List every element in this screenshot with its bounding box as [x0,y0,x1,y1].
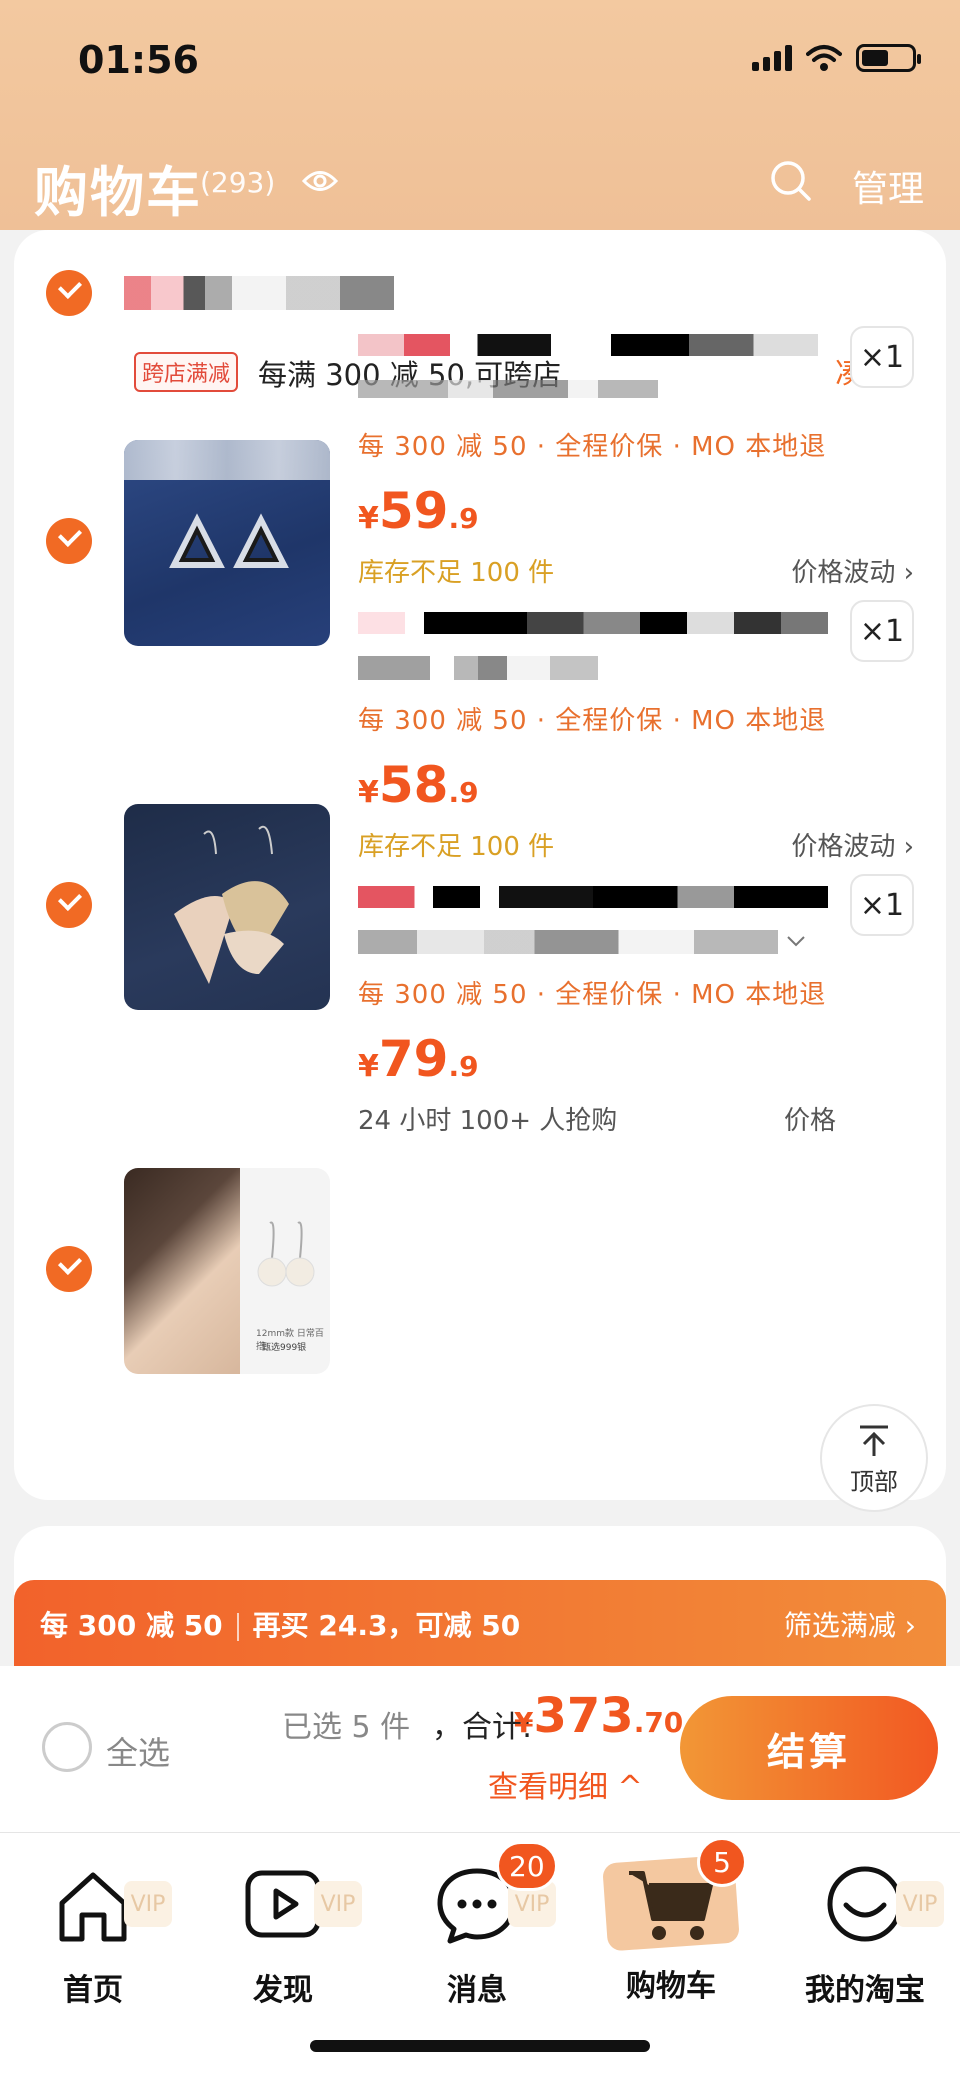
total-integer: 373 [533,1688,634,1744]
item-price: ¥59.9 [358,482,479,540]
page-title: 购物车 [34,161,202,224]
chevron-down-icon[interactable] [786,934,806,948]
price-decimal: .9 [448,502,479,535]
benefit-text: 每 300 减 50 · 全程价保 · MO 本地退 [358,706,827,736]
product-image[interactable]: 12mm款 日常百搭 甄选999银 [124,1168,330,1374]
product-title-redacted-1[interactable] [358,334,818,356]
home-indicator [310,2040,650,2052]
popularity-note: 24 小时 100+ 人抢购 [358,1106,618,1136]
vip-badge: VIP [124,1881,172,1927]
benefit-text: 每 300 减 50 · 全程价保 · MO 本地退 [358,980,827,1010]
selected-count: 已选 5 件 [282,1710,411,1745]
arrow-up-icon [860,1425,888,1456]
stock-note: 库存不足 100 件 [358,832,555,862]
back-to-top-button[interactable]: 顶部 [820,1404,928,1512]
separator [236,1613,239,1641]
eye-icon[interactable] [302,168,338,194]
quantity-badge[interactable]: ×1 [850,326,914,388]
earring-illustration [174,825,289,984]
tab-label: 我的淘宝 [805,1973,925,2008]
cart-count: (293) [200,166,276,199]
tab-cart[interactable]: 5 购物车 [596,1837,747,2005]
tab-label: 消息 [447,1973,507,2008]
messages-badge: 20 [496,1841,558,1891]
tab-my-taobao[interactable]: VIP 我的淘宝 [790,1859,944,2009]
signal-icon [752,45,792,71]
quantity-badge[interactable]: ×1 [850,600,914,662]
tab-label: 购物车 [626,1969,716,2004]
checkout-button[interactable]: 结算 [680,1696,938,1800]
earring-illustration [169,513,289,568]
back-to-top-label: 顶部 [850,1468,898,1496]
select-all-checkbox[interactable] [42,1722,92,1772]
filter-discount-link[interactable]: 筛选满减 › [784,1604,916,1644]
select-all-label[interactable]: 全选 [106,1728,170,1774]
benefit-text: 每 300 减 50 · 全程价保 · MO 本地退 [358,432,827,462]
total-price: ¥373.70 [514,1688,683,1744]
price-integer: 58 [378,756,449,814]
discount-bar[interactable]: 每 300 减 50 再买 24.3，可减 50 筛选满减 › [14,1580,946,1666]
price-fluctuation-link[interactable]: 价格 [784,1100,836,1137]
item-checkbox[interactable] [46,882,92,928]
tab-label: 首页 [63,1973,123,2008]
model-photo [124,1168,240,1374]
item-checkbox[interactable] [46,1246,92,1292]
item-price: ¥58.9 [358,756,479,814]
price-fluctuation-link[interactable]: 价格波动 › [791,826,914,863]
shop-card: 跨店满减 每满 300 减 50,可跨店 凑单 › ×1 每 300 减 50 … [14,230,946,1500]
quantity-badge[interactable]: ×1 [850,874,914,936]
stock-note: 库存不足 100 件 [358,558,555,588]
item-price: ¥79.9 [358,1030,479,1088]
shop-name-redacted[interactable] [124,276,394,310]
item-checkbox[interactable] [46,518,92,564]
tab-label: 发现 [253,1973,313,2008]
tab-messages[interactable]: VIP 20 消息 [402,1841,558,2009]
checkout-bar: 全选 已选 5 件 ，合计: ¥373.70 查看明细 ^ 结算 [0,1666,960,1832]
search-icon[interactable] [770,160,812,202]
backdrop-decoration [124,440,330,480]
header: 01:56 购物车 (293) 管理 [0,0,960,230]
view-details-link[interactable]: 查看明细 ^ [488,1762,643,1806]
status-time: 01:56 [78,38,199,82]
product-sku-redacted-1[interactable] [358,380,658,398]
price-decimal: .9 [448,776,479,809]
wifi-icon [806,45,842,71]
price-integer: 59 [378,482,449,540]
total-symbol: ¥ [514,1706,534,1739]
discount-summary: 每 300 减 50 再买 24.3，可减 50 [40,1604,520,1644]
manage-button[interactable]: 管理 [852,160,924,212]
image-caption-line2: 甄选999银 [262,1343,307,1353]
price-fluctuation-link[interactable]: 价格波动 › [791,552,914,589]
vip-badge: VIP [314,1881,362,1927]
vip-badge: VIP [896,1881,944,1927]
price-symbol: ¥ [358,775,379,810]
tab-discover[interactable]: VIP 发现 [208,1859,362,2009]
product-image[interactable] [124,804,330,1010]
product-title-redacted-3[interactable] [358,886,828,908]
promo-tag: 跨店满减 [134,352,239,392]
cart-badge: 5 [697,1837,747,1887]
price-symbol: ¥ [358,1049,379,1084]
product-title-redacted-2[interactable] [358,612,828,634]
price-symbol: ¥ [358,501,379,536]
status-icons [752,44,921,72]
earring-illustration [257,1221,315,1287]
discount-rule: 每 300 减 50 [40,1609,223,1642]
product-sku-redacted-2[interactable] [358,656,598,680]
price-decimal: .9 [448,1050,479,1083]
product-sku-redacted-3[interactable] [358,930,778,954]
price-integer: 79 [378,1030,449,1088]
product-image[interactable] [124,440,330,646]
tab-home[interactable]: VIP 首页 [18,1859,172,2009]
discount-hint: 再买 24.3，可减 50 [252,1609,521,1642]
shop-checkbox[interactable] [46,270,92,316]
total-decimal: .70 [633,1706,684,1739]
battery-icon [856,44,921,72]
